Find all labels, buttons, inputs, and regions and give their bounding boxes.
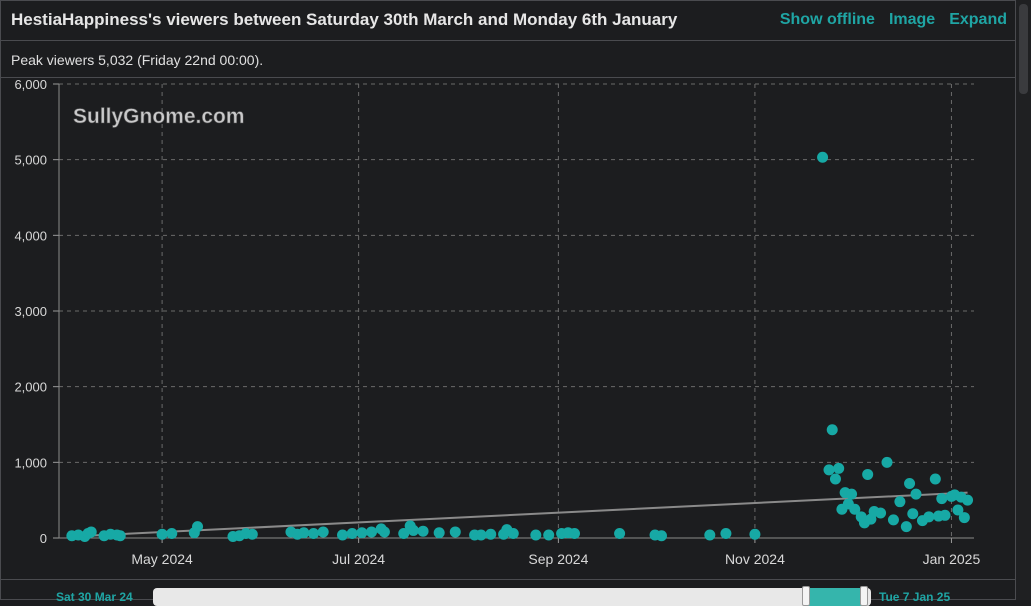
y-tick-label: 6,000 (14, 79, 47, 92)
data-point (655, 530, 667, 542)
data-point (156, 528, 168, 540)
navigator-selection[interactable] (806, 588, 864, 606)
data-point (317, 526, 329, 538)
navigator-left-handle[interactable] (802, 586, 811, 606)
x-tick-label: Jan 2025 (923, 551, 981, 567)
data-point (958, 512, 970, 524)
page-scrollbar[interactable] (1016, 0, 1031, 600)
data-point (485, 528, 497, 540)
chart-title: HestiaHappiness's viewers between Saturd… (11, 10, 678, 29)
data-point (614, 527, 626, 539)
data-point (114, 530, 126, 542)
data-point (704, 529, 716, 541)
data-point (308, 527, 320, 539)
x-tick-label: May 2024 (131, 551, 193, 567)
data-point (826, 424, 838, 436)
navigator-track[interactable] (153, 586, 871, 606)
data-point (337, 529, 349, 541)
data-point (720, 527, 732, 539)
data-point (192, 521, 204, 533)
x-tick-label: Jul 2024 (332, 551, 385, 567)
peak-viewers-text: Peak viewers 5,032 (Friday 22nd 00:00). (11, 52, 264, 68)
y-tick-label: 5,000 (14, 153, 47, 168)
y-tick-label: 1,000 (14, 455, 47, 470)
data-point (356, 527, 368, 539)
scatter-chart[interactable]: 0 1,000 2,000 3,000 4,000 5,000 6,000 May 2024 J… (1, 79, 1017, 579)
y-tick-label: 4,000 (14, 228, 47, 243)
data-point (85, 526, 97, 538)
data-point (900, 521, 912, 533)
peak-info-bar: Peak viewers 5,032 (Friday 22nd 00:00). (1, 41, 1017, 78)
data-point (910, 488, 922, 500)
navigator-end-label: Tue 7 Jan 25 (879, 590, 951, 604)
data-point (407, 524, 419, 536)
data-point (378, 526, 390, 538)
y-tick-label: 3,000 (14, 304, 47, 319)
chart-panel: HestiaHappiness's viewers between Saturd… (0, 0, 1017, 606)
x-tick-label: Nov 2024 (725, 551, 785, 567)
data-point (907, 508, 919, 520)
x-tick-label: Sep 2024 (528, 551, 588, 567)
data-point (823, 464, 835, 476)
data-point (346, 527, 358, 539)
navigator-start-label: Sat 30 Mar 24 (56, 590, 133, 604)
data-point (507, 527, 519, 539)
data-point (936, 493, 948, 505)
image-link[interactable]: Image (889, 11, 935, 29)
data-point (568, 527, 580, 539)
data-point (749, 528, 761, 540)
watermark-logo: SullyGnome.com (73, 105, 245, 128)
scrollbar-thumb[interactable] (1019, 4, 1028, 94)
data-point (166, 527, 178, 539)
data-point (881, 456, 893, 468)
data-point (246, 528, 258, 540)
expand-link[interactable]: Expand (949, 11, 1007, 29)
data-point (366, 526, 378, 538)
range-navigator: Sat 30 Mar 24 Tue 7 Jan 25 (1, 579, 1017, 606)
data-point (417, 525, 429, 537)
data-point (862, 468, 874, 480)
data-point (543, 529, 555, 541)
data-point (875, 507, 887, 519)
data-point (433, 527, 445, 539)
data-point (887, 514, 899, 526)
data-point (817, 151, 829, 163)
y-tick-label: 0 (40, 531, 47, 546)
show-offline-link[interactable]: Show offline (780, 11, 875, 29)
data-point (929, 473, 941, 485)
data-point (829, 473, 841, 485)
data-point (894, 496, 906, 508)
data-point (939, 509, 951, 521)
data-point (962, 494, 974, 506)
data-point (449, 526, 461, 538)
data-point (298, 527, 310, 539)
trend-line (71, 491, 968, 538)
data-point (530, 529, 542, 541)
chart-header: HestiaHappiness's viewers between Saturd… (1, 1, 1017, 41)
data-point (846, 488, 858, 500)
data-point (833, 462, 845, 474)
y-tick-label: 2,000 (14, 380, 47, 395)
header-actions: Show offline Image Expand (780, 11, 1007, 29)
data-point (923, 511, 935, 523)
navigator-right-handle[interactable] (859, 586, 868, 606)
data-point (475, 529, 487, 541)
data-point (904, 478, 916, 490)
